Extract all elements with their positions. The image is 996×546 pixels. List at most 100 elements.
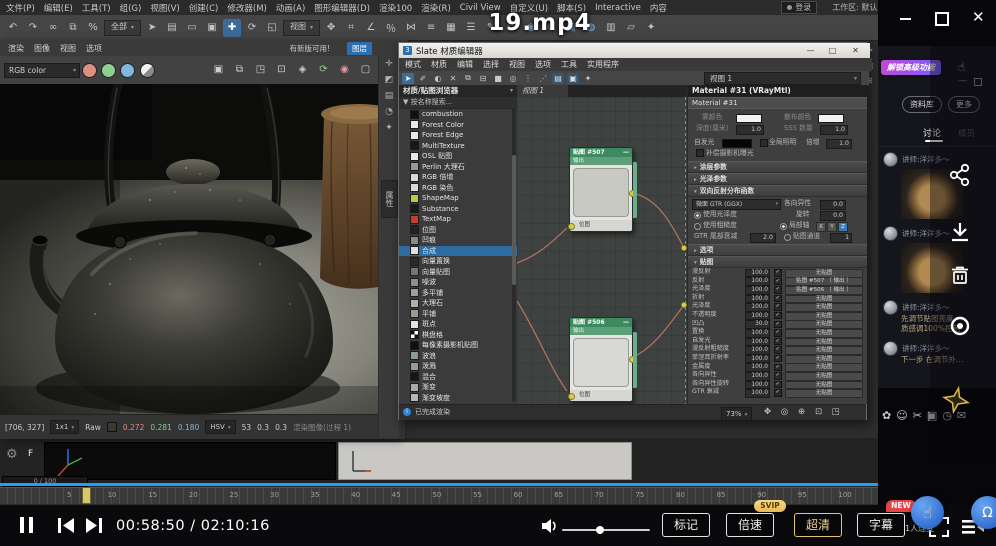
local-axis-radio[interactable]: [780, 223, 787, 230]
menu-item-9[interactable]: 渲染100: [379, 2, 412, 14]
mark-button[interactable]: 标记: [662, 513, 710, 537]
vfb-menu-3[interactable]: 选项: [86, 43, 102, 54]
workspace-dropdown[interactable]: 工作区: 默认 ▾: [832, 2, 884, 13]
pan-mini-icon[interactable]: ✛: [379, 56, 399, 72]
select-by-key-icon[interactable]: ✦: [582, 73, 594, 84]
map-channel-spinner[interactable]: 1: [830, 233, 852, 243]
sss-amount-spinner[interactable]: 1.0: [820, 125, 848, 135]
rotate-icon[interactable]: ⟳: [243, 19, 261, 37]
vfb-menu-1[interactable]: 图像: [34, 43, 50, 54]
axis-y-button[interactable]: Y: [827, 222, 837, 232]
browser-item[interactable]: 混合: [399, 372, 517, 383]
compare-icon[interactable]: ◈: [294, 61, 311, 77]
map-enable-checkbox[interactable]: ✓: [774, 355, 782, 363]
menu-item-3[interactable]: 组(G): [120, 2, 142, 14]
slate-titlebar[interactable]: 3 Slate 材质编辑器 — □ ✕: [399, 43, 870, 58]
vfb-menu-2[interactable]: 视图: [60, 43, 76, 54]
multiplier-spinner[interactable]: 1.0: [826, 139, 852, 149]
node-slot[interactable]: 位图: [570, 390, 632, 401]
axis-z-button[interactable]: Z: [838, 222, 848, 232]
browser-item[interactable]: Substance: [399, 204, 517, 215]
use-glossiness-radio[interactable]: [694, 212, 701, 219]
self-illum-swatch[interactable]: [722, 139, 752, 148]
undo-icon[interactable]: ↶: [4, 19, 22, 37]
volume-icon[interactable]: [540, 518, 558, 534]
mirror-icon[interactable]: ⋈: [402, 19, 420, 37]
node-slot[interactable]: 位图: [570, 220, 632, 231]
zoom-selected-icon[interactable]: ◳: [829, 406, 842, 418]
quality-button[interactable]: 超清: [794, 513, 842, 537]
move-children-icon[interactable]: ⧉: [462, 73, 474, 84]
trash-icon[interactable]: [948, 264, 972, 288]
browser-item[interactable]: MultiTexture: [399, 141, 517, 152]
maximize-icon[interactable]: □: [826, 45, 839, 56]
browser-item[interactable]: RGB 染色: [399, 183, 517, 194]
map-enable-checkbox[interactable]: ✓: [774, 312, 782, 320]
axis-x-button[interactable]: X: [816, 222, 826, 232]
browser-item[interactable]: 泼溅: [399, 361, 517, 372]
move-icon[interactable]: ✚: [223, 19, 241, 37]
close-icon[interactable]: ✕: [849, 45, 862, 56]
select-object-icon[interactable]: ➤: [143, 19, 161, 37]
slate-menu-1[interactable]: 材质: [431, 59, 447, 70]
map-enable-checkbox[interactable]: ✓: [774, 389, 782, 397]
rows-mini-icon[interactable]: ▤: [379, 88, 399, 104]
slate-menu-0[interactable]: 模式: [405, 59, 421, 70]
speed-button[interactable]: 倍速: [726, 513, 774, 537]
update-notice[interactable]: 有新版可用!: [289, 43, 330, 54]
map-amount-spinner[interactable]: 100.0: [745, 389, 770, 398]
fog-color-swatch[interactable]: [736, 114, 762, 123]
browser-item[interactable]: Forest Color: [399, 120, 517, 131]
spark-mini-icon[interactable]: ✦: [379, 120, 399, 136]
browser-item[interactable]: 噪波: [399, 277, 517, 288]
download-icon[interactable]: [948, 220, 972, 244]
stop-icon[interactable]: ▢: [357, 61, 374, 77]
scissors-icon[interactable]: ✂: [913, 409, 922, 422]
ref-coord-dropdown[interactable]: 视图: [283, 20, 320, 36]
smiley-icon[interactable]: ☺: [896, 409, 907, 422]
crossing-icon[interactable]: ▣: [203, 19, 221, 37]
map-enable-checkbox[interactable]: ✓: [774, 381, 782, 389]
browser-scrollbar[interactable]: [512, 155, 516, 285]
select-link-icon[interactable]: ∞: [44, 19, 62, 37]
zoom-level-dropdown[interactable]: 73%: [721, 407, 752, 421]
subtitle-button[interactable]: 字幕: [857, 513, 905, 537]
view-dropdown[interactable]: 视图 1: [704, 72, 861, 85]
depth-spinner[interactable]: 1.0: [736, 125, 764, 135]
map-enable-checkbox[interactable]: ✓: [774, 321, 782, 329]
support-button[interactable]: Ω: [971, 496, 996, 529]
sheen-rollout[interactable]: ▸光泽参数: [688, 173, 867, 185]
region-select-icon[interactable]: ◳: [252, 61, 269, 77]
pivot-icon[interactable]: ✥: [322, 19, 340, 37]
rotation-spinner[interactable]: 0.0: [820, 211, 846, 221]
map-node-506[interactable]: 贴图 #506— 输出 位图: [569, 317, 633, 402]
anisotropy-spinner[interactable]: 0.0: [820, 200, 846, 210]
vfb-menu-0[interactable]: 渲染: [8, 43, 24, 54]
map-slot-button[interactable]: 无贴图: [785, 389, 863, 398]
map-node-507[interactable]: 贴图 #507— 输出 位图: [569, 147, 633, 232]
map-enable-checkbox[interactable]: ✓: [774, 329, 782, 337]
zoom-extents-icon[interactable]: ⊡: [812, 406, 825, 418]
zero-icon[interactable]: ◎: [507, 73, 519, 84]
map-enable-checkbox[interactable]: ✓: [774, 338, 782, 346]
login-button[interactable]: 登录: [781, 1, 817, 14]
redo-icon[interactable]: ↷: [24, 19, 42, 37]
selection-filter-dropdown[interactable]: 全部: [104, 20, 141, 36]
camera-icon[interactable]: ◉: [336, 61, 353, 77]
use-roughness-radio[interactable]: [694, 223, 701, 230]
options-rollout[interactable]: ▸选项: [688, 244, 867, 256]
browser-item[interactable]: 斑点: [399, 319, 517, 330]
map-channel-radio[interactable]: [784, 234, 791, 241]
map-enable-checkbox[interactable]: ✓: [774, 278, 782, 286]
map-enable-checkbox[interactable]: ✓: [774, 372, 782, 380]
time-slider-track[interactable]: [0, 483, 878, 486]
pick-material-icon[interactable]: ✐: [417, 73, 429, 84]
gtr-falloff-spinner[interactable]: 2.0: [750, 233, 776, 243]
browser-header[interactable]: 材质/贴图浏览器: [399, 85, 517, 97]
browser-item[interactable]: 波浪: [399, 351, 517, 362]
browser-item[interactable]: 多平铺: [399, 288, 517, 299]
volume-slider-handle[interactable]: [596, 526, 604, 534]
browser-item[interactable]: combustion: [399, 109, 517, 120]
window-close-icon[interactable]: ✕: [972, 8, 985, 26]
slate-menu-7[interactable]: 实用程序: [587, 59, 619, 70]
